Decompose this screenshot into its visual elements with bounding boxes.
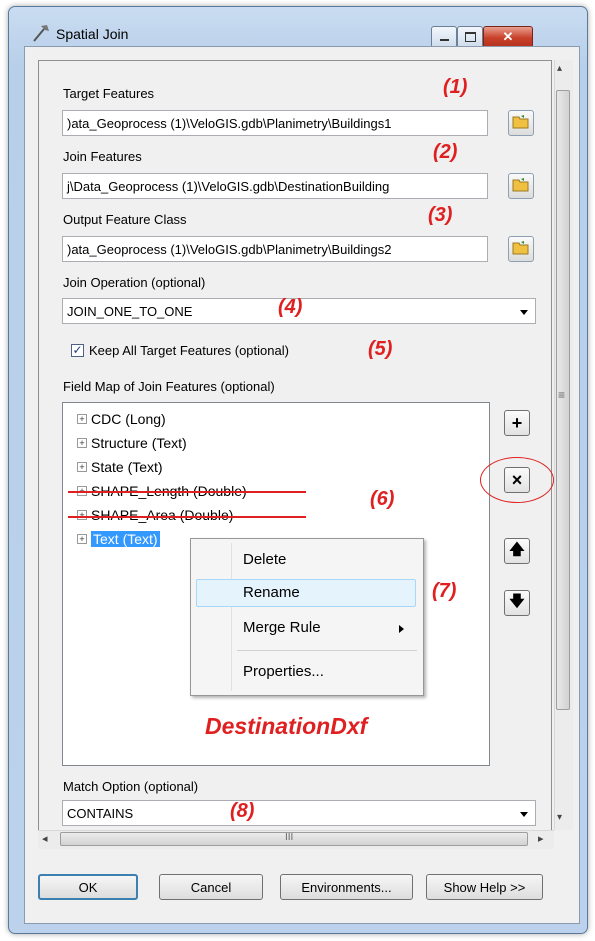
annotation-6: (6)	[370, 488, 395, 510]
menu-item-rename-highlight	[196, 579, 416, 607]
checkmark-icon: ✓	[72, 343, 83, 357]
field-map-label: Field Map of Join Features (optional)	[63, 379, 275, 394]
join-features-label: Join Features	[63, 149, 142, 164]
window-title: Spatial Join	[56, 26, 129, 42]
menu-gutter-divider	[231, 543, 232, 691]
maximize-button[interactable]	[457, 26, 483, 48]
annotation-3: (3)	[428, 204, 453, 226]
open-folder-icon	[512, 177, 530, 196]
keep-all-checkbox[interactable]: ✓	[71, 344, 84, 357]
destination-dxf-label: DestinationDxf	[205, 713, 368, 739]
remove-field-button[interactable]: ×	[504, 467, 530, 493]
join-features-browse-button[interactable]	[508, 173, 534, 199]
output-feature-class-browse-button[interactable]	[508, 236, 534, 262]
maximize-icon	[464, 32, 476, 42]
plus-icon: +	[511, 412, 523, 433]
move-up-button[interactable]: 🡅	[504, 538, 530, 564]
keep-all-label: Keep All Target Features (optional)	[89, 343, 289, 358]
scroll-up-arrow[interactable]: ▴	[557, 63, 562, 74]
menu-item-delete[interactable]: Delete	[243, 551, 286, 568]
scroll-right-arrow[interactable]: ▸	[538, 832, 544, 845]
annotation-7: (7)	[432, 580, 457, 602]
join-operation-label: Join Operation (optional)	[63, 275, 206, 290]
chevron-down-icon	[520, 310, 528, 315]
tree-item-structure[interactable]: + Structure (Text)	[77, 435, 187, 451]
environments-button[interactable]: Environments...	[280, 874, 413, 900]
menu-item-rename[interactable]: Rename	[243, 584, 300, 601]
output-feature-class-label: Output Feature Class	[63, 212, 187, 227]
output-feature-class-input[interactable]: )ata_Geoprocess (1)\VeloGIS.gdb\Planimet…	[62, 236, 488, 262]
target-features-input[interactable]: )ata_Geoprocess (1)\VeloGIS.gdb\Planimet…	[62, 110, 488, 136]
target-features-browse-button[interactable]	[508, 110, 534, 136]
horizontal-scroll-thumb[interactable]	[60, 832, 528, 846]
h-grip-icon: III	[285, 832, 294, 843]
annotation-8: (8)	[230, 800, 255, 822]
strike-line-shape-area	[68, 516, 306, 518]
close-icon: ✕	[502, 29, 514, 44]
expand-icon: +	[77, 462, 87, 472]
minimize-button[interactable]	[431, 26, 457, 48]
match-option-value: CONTAINS	[67, 805, 134, 821]
open-folder-icon	[512, 240, 530, 259]
app-icon	[30, 22, 52, 44]
context-menu: Delete Rename Merge Rule Properties...	[190, 538, 424, 696]
expand-icon: +	[77, 510, 87, 520]
annotation-5: (5)	[368, 338, 393, 360]
delete-x-icon: ×	[511, 469, 523, 490]
chevron-down-icon	[520, 812, 528, 817]
tree-item-text-selected[interactable]: + Text (Text)	[77, 531, 160, 547]
ok-button[interactable]: OK	[38, 874, 138, 900]
expand-icon: +	[77, 438, 87, 448]
show-help-button[interactable]: Show Help >>	[426, 874, 543, 900]
tree-item-state[interactable]: + State (Text)	[77, 459, 163, 475]
v-grip-icon: ≡	[558, 388, 566, 402]
annotation-2: (2)	[433, 141, 458, 163]
strike-line-shape-length	[68, 491, 306, 493]
menu-separator	[237, 650, 417, 651]
menu-item-properties[interactable]: Properties...	[243, 663, 324, 680]
tree-item-cdc[interactable]: + CDC (Long)	[77, 411, 166, 427]
expand-icon: +	[77, 414, 87, 424]
scroll-left-arrow[interactable]: ◂	[42, 832, 48, 845]
menu-item-merge-rule[interactable]: Merge Rule	[243, 619, 321, 636]
annotation-4: (4)	[278, 296, 303, 318]
close-button[interactable]: ✕	[483, 26, 533, 48]
target-features-label: Target Features	[63, 86, 155, 101]
match-option-select[interactable]: CONTAINS	[62, 800, 536, 826]
move-down-button[interactable]: 🡇	[504, 590, 530, 616]
annotation-1: (1)	[443, 76, 468, 98]
add-field-button[interactable]: +	[504, 410, 530, 436]
minimize-icon	[439, 39, 449, 41]
arrow-up-icon: 🡅	[509, 540, 525, 558]
arrow-down-icon: 🡇	[509, 592, 525, 610]
expand-icon: +	[77, 534, 87, 544]
open-folder-icon	[512, 114, 530, 133]
cancel-button[interactable]: Cancel	[159, 874, 263, 900]
join-operation-value: JOIN_ONE_TO_ONE	[67, 303, 193, 319]
join-features-input[interactable]: j\Data_Geoprocess (1)\VeloGIS.gdb\Destin…	[62, 173, 488, 199]
submenu-arrow-icon	[399, 625, 404, 633]
match-option-label: Match Option (optional)	[63, 779, 199, 794]
scroll-down-arrow[interactable]: ▾	[557, 812, 562, 823]
tree-item-shape-area[interactable]: + SHAPE_Area (Double)	[77, 507, 233, 523]
